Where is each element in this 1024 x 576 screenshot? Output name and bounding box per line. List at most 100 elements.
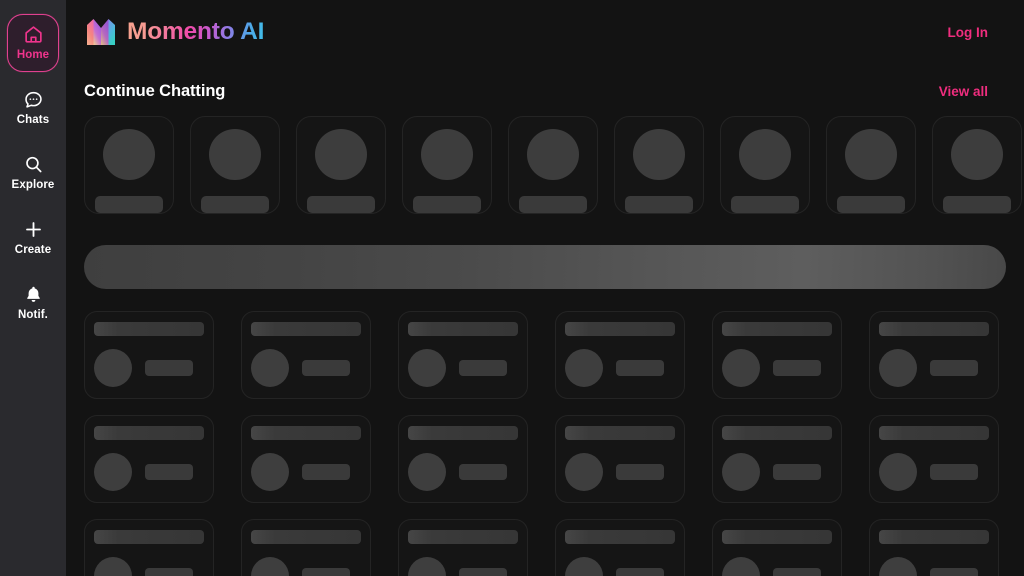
grid-card-skeleton[interactable] bbox=[398, 519, 528, 576]
grid-card-skeleton[interactable] bbox=[712, 519, 842, 576]
hero-banner-skeleton[interactable] bbox=[84, 245, 1006, 289]
view-all-link[interactable]: View all bbox=[939, 84, 988, 99]
title-skeleton bbox=[251, 322, 361, 336]
grid-card-meta bbox=[94, 349, 204, 387]
grid-card-meta bbox=[251, 349, 361, 387]
grid-card-skeleton[interactable] bbox=[241, 519, 371, 576]
meta-skeleton bbox=[459, 568, 507, 576]
grid-card-skeleton[interactable] bbox=[241, 311, 371, 399]
name-skeleton bbox=[95, 195, 163, 213]
meta-skeleton bbox=[616, 360, 664, 376]
avatar-skeleton bbox=[565, 349, 603, 387]
avatar-skeleton bbox=[879, 557, 917, 576]
sidebar-item-label: Explore bbox=[11, 179, 55, 192]
chat-card-skeleton[interactable] bbox=[720, 116, 810, 214]
grid-card-skeleton[interactable] bbox=[398, 311, 528, 399]
app-root: Home Chats Explore Create Notif. Momento… bbox=[0, 0, 1024, 576]
grid-card-skeleton[interactable] bbox=[869, 311, 999, 399]
title-skeleton bbox=[565, 530, 675, 544]
avatar-skeleton bbox=[103, 129, 155, 180]
title-skeleton bbox=[722, 530, 832, 544]
grid-card-skeleton[interactable] bbox=[555, 519, 685, 576]
title-skeleton bbox=[565, 426, 675, 440]
avatar-skeleton bbox=[251, 349, 289, 387]
sidebar-item-home[interactable]: Home bbox=[7, 14, 59, 72]
meta-skeleton bbox=[145, 568, 193, 576]
grid-card-meta bbox=[94, 453, 204, 491]
title-skeleton bbox=[408, 530, 518, 544]
chat-card-skeleton[interactable] bbox=[826, 116, 916, 214]
meta-skeleton bbox=[930, 568, 978, 576]
name-skeleton bbox=[625, 195, 693, 213]
grid-card-skeleton[interactable] bbox=[555, 311, 685, 399]
continue-chatting-carousel[interactable] bbox=[66, 108, 1024, 218]
sidebar: Home Chats Explore Create Notif. bbox=[0, 0, 66, 576]
grid-card-skeleton[interactable] bbox=[869, 415, 999, 503]
meta-skeleton bbox=[616, 464, 664, 480]
sidebar-item-explore[interactable]: Explore bbox=[7, 144, 59, 202]
avatar-skeleton bbox=[633, 129, 685, 180]
meta-skeleton bbox=[773, 360, 821, 376]
grid-card-skeleton[interactable] bbox=[84, 519, 214, 576]
title-skeleton bbox=[251, 530, 361, 544]
grid-card-meta bbox=[94, 557, 204, 576]
search-icon bbox=[23, 154, 44, 175]
grid-card-meta bbox=[879, 349, 989, 387]
grid-card-meta bbox=[722, 349, 832, 387]
title-skeleton bbox=[565, 322, 675, 336]
grid-card-meta bbox=[408, 557, 518, 576]
continue-chatting-header: Continue Chatting View all bbox=[66, 74, 1024, 108]
grid-card-skeleton[interactable] bbox=[869, 519, 999, 576]
name-skeleton bbox=[943, 195, 1011, 213]
avatar-skeleton bbox=[408, 453, 446, 491]
sidebar-item-chats[interactable]: Chats bbox=[7, 79, 59, 137]
title-skeleton bbox=[94, 322, 204, 336]
grid-card-skeleton[interactable] bbox=[712, 311, 842, 399]
login-button[interactable]: Log In bbox=[948, 25, 989, 40]
name-skeleton bbox=[413, 195, 481, 213]
grid-card-meta bbox=[251, 557, 361, 576]
title-skeleton bbox=[251, 426, 361, 440]
meta-skeleton bbox=[930, 360, 978, 376]
grid-card-skeleton[interactable] bbox=[398, 415, 528, 503]
sidebar-item-label: Home bbox=[16, 49, 50, 62]
chat-card-skeleton[interactable] bbox=[296, 116, 386, 214]
name-skeleton bbox=[201, 195, 269, 213]
meta-skeleton bbox=[459, 464, 507, 480]
name-skeleton bbox=[519, 195, 587, 213]
name-skeleton bbox=[731, 195, 799, 213]
meta-skeleton bbox=[773, 464, 821, 480]
meta-skeleton bbox=[302, 360, 350, 376]
sidebar-item-label: Create bbox=[14, 244, 52, 257]
chat-card-skeleton[interactable] bbox=[932, 116, 1022, 214]
title-skeleton bbox=[722, 426, 832, 440]
avatar-skeleton bbox=[408, 557, 446, 576]
topbar: Momento AI Log In bbox=[66, 0, 1024, 64]
chat-card-skeleton[interactable] bbox=[402, 116, 492, 214]
grid-card-skeleton[interactable] bbox=[84, 415, 214, 503]
card-grid bbox=[66, 289, 1024, 576]
chat-bubble-icon bbox=[23, 89, 44, 110]
grid-card-meta bbox=[722, 453, 832, 491]
avatar-skeleton bbox=[209, 129, 261, 180]
section-title: Continue Chatting bbox=[84, 81, 226, 100]
chat-card-skeleton[interactable] bbox=[614, 116, 704, 214]
title-skeleton bbox=[94, 530, 204, 544]
chat-card-skeleton[interactable] bbox=[508, 116, 598, 214]
grid-card-skeleton[interactable] bbox=[84, 311, 214, 399]
avatar-skeleton bbox=[408, 349, 446, 387]
grid-card-skeleton[interactable] bbox=[555, 415, 685, 503]
chat-card-skeleton[interactable] bbox=[84, 116, 174, 214]
meta-skeleton bbox=[930, 464, 978, 480]
meta-skeleton bbox=[145, 464, 193, 480]
bell-icon bbox=[23, 284, 44, 305]
avatar-skeleton bbox=[94, 453, 132, 491]
chat-card-skeleton[interactable] bbox=[190, 116, 280, 214]
sidebar-item-notifications[interactable]: Notif. bbox=[7, 274, 59, 332]
grid-card-skeleton[interactable] bbox=[241, 415, 371, 503]
grid-card-skeleton[interactable] bbox=[712, 415, 842, 503]
sidebar-item-create[interactable]: Create bbox=[7, 209, 59, 267]
avatar-skeleton bbox=[94, 349, 132, 387]
brand[interactable]: Momento AI bbox=[84, 16, 264, 48]
grid-card-meta bbox=[565, 557, 675, 576]
